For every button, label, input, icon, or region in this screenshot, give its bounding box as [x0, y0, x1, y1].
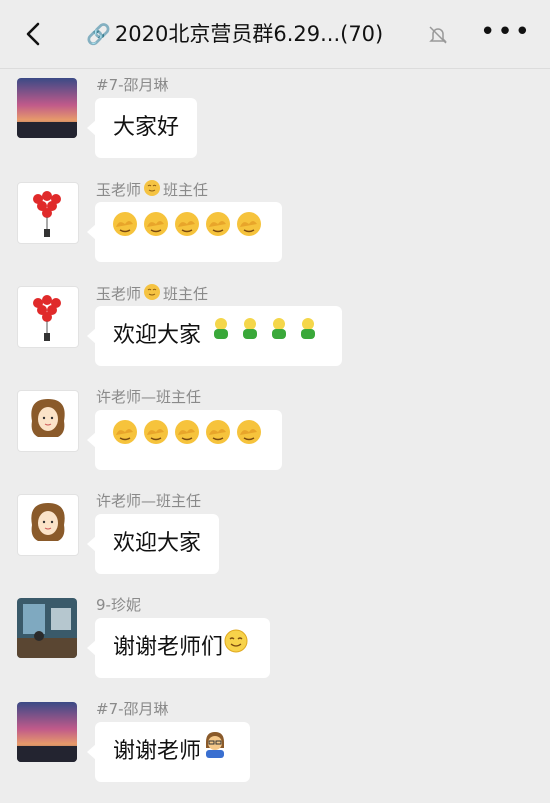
chat-header: 🔗 2020北京营员群6.29...(70) ••• — [0, 0, 550, 69]
facepalm-icon — [173, 202, 201, 262]
sender-name: 许老师—班主任 — [96, 492, 202, 510]
message-text: 大家好 — [113, 115, 180, 140]
room-photo-avatar[interactable] — [17, 598, 77, 658]
back-chevron-icon[interactable] — [20, 20, 48, 48]
blush-smile-icon — [143, 179, 161, 202]
balloons-avatar[interactable] — [17, 182, 79, 244]
sender-name: 玉老师 班主任 — [96, 179, 208, 202]
sender-name: 玉老师 班主任 — [96, 283, 208, 306]
green-figure-icon — [208, 306, 234, 366]
green-figure-icon — [295, 306, 321, 366]
blush-smile-icon — [143, 283, 161, 306]
bell-muted-icon — [429, 26, 447, 44]
facepalm-icon — [235, 202, 263, 262]
message-text: 欢迎大家 — [113, 323, 202, 348]
green-figure-icon — [237, 306, 263, 366]
message-text: 欢迎大家 — [113, 531, 202, 556]
balloons-avatar[interactable] — [17, 286, 79, 348]
message-bubble[interactable] — [87, 410, 282, 470]
facepalm-icon — [204, 202, 232, 262]
facepalm-icon — [235, 410, 263, 470]
more-icon[interactable]: ••• — [480, 19, 532, 45]
message-bubble[interactable]: 大家好 — [86, 98, 198, 158]
girl-drawing-avatar[interactable] — [17, 390, 79, 452]
sender-name: 许老师—班主任 — [96, 388, 202, 406]
green-figure-icon — [266, 306, 292, 366]
chat-title: 🔗 2020北京营员群6.29...(70) — [86, 22, 384, 46]
sender-name: #7-邵月琳 — [96, 700, 169, 718]
message-bubble[interactable]: 欢迎大家 — [86, 514, 220, 574]
facepalm-icon — [142, 202, 170, 262]
message-text: 谢谢老师们 — [113, 635, 224, 660]
sender-name: 9-珍妮 — [96, 596, 141, 614]
message-bubble[interactable]: 谢谢老师们 — [86, 618, 271, 678]
message-bubble[interactable] — [87, 202, 282, 262]
sunset-avatar[interactable] — [17, 78, 77, 138]
message-bubble[interactable]: 谢谢老师 — [86, 722, 251, 782]
facepalm-icon — [111, 202, 139, 262]
sunset-avatar[interactable] — [17, 702, 77, 762]
message-bubble[interactable]: 欢迎大家 — [86, 306, 343, 366]
facepalm-icon — [142, 410, 170, 470]
link-icon: 🔗 — [86, 22, 111, 46]
facepalm-icon — [204, 410, 232, 470]
teacher-icon — [201, 722, 229, 782]
girl-drawing-avatar[interactable] — [17, 494, 79, 556]
sender-name: #7-邵月琳 — [96, 76, 169, 94]
smile-icon — [223, 618, 249, 678]
message-text: 谢谢老师 — [113, 739, 202, 764]
facepalm-icon — [173, 410, 201, 470]
message-list: #7-邵月琳 大家好 玉老师 班主任 玉老师 班主任 欢迎大家 许老师—班主任 … — [0, 69, 550, 803]
facepalm-icon — [111, 410, 139, 470]
